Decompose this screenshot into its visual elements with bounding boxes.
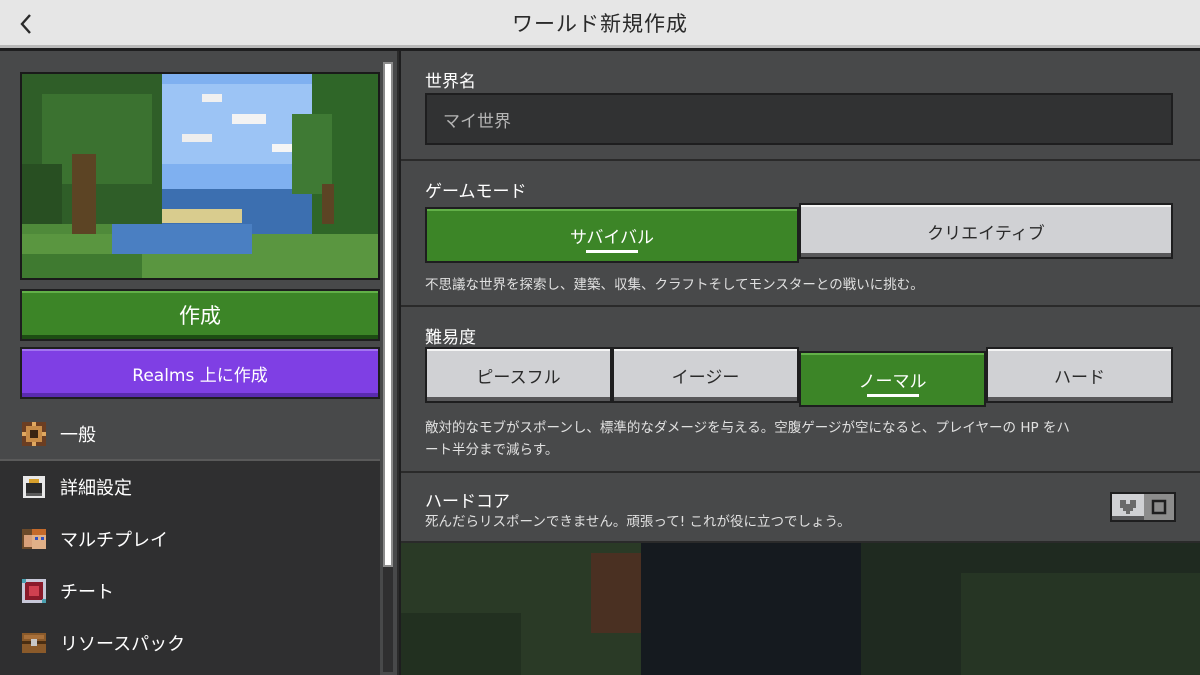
back-button[interactable]: [14, 10, 38, 38]
game-mode-label: ゲームモード: [425, 182, 527, 202]
world-name-input[interactable]: [425, 93, 1173, 145]
hardcore-toggle[interactable]: [1110, 492, 1176, 522]
settings-nav: 一般 詳細設定 マルチプレイ チート リソースパック: [0, 409, 380, 675]
world-name-section: 世界名: [401, 51, 1200, 161]
nav-item-general[interactable]: 一般: [0, 409, 380, 461]
create-button[interactable]: 作成: [20, 289, 380, 341]
difficulty-description-line1: 敵対的なモブがスポーンし、標準的なダメージを与える。空腹ゲージが空になると、プレ…: [425, 420, 1070, 436]
nav-item-label: 詳細設定: [60, 478, 132, 499]
create-on-realms-button[interactable]: Realms 上に作成: [20, 347, 380, 399]
nav-item-label: 一般: [60, 425, 96, 446]
gear-icon: [20, 420, 48, 448]
left-panel: 作成 Realms 上に作成 一般 詳細設定 マルチプレイ チート リソースパッ…: [0, 51, 399, 675]
advanced-settings-icon: [20, 473, 48, 501]
difficulty-description-line2: ート半分まで減らす。: [425, 442, 559, 458]
game-mode-survival-button[interactable]: サバイバル: [425, 207, 799, 263]
settings-panel: 世界名 ゲームモード サバイバル クリエイティブ 不思議な世界を探索し、建築、収…: [401, 51, 1200, 675]
nav-item-label: チート: [60, 582, 114, 603]
difficulty-hard-button[interactable]: ハード: [986, 347, 1173, 403]
game-mode-description: 不思議な世界を探索し、建築、収集、クラフトそしてモンスターとの戦いに挑む。: [425, 277, 924, 293]
title-bar: ワールド新規作成: [0, 0, 1200, 48]
difficulty-easy-button[interactable]: イージー: [612, 347, 799, 403]
nav-item-cheats[interactable]: チート: [0, 565, 380, 617]
hardcore-description: 死んだらリスポーンできません。頑張って! これが役に立つでしょう。: [425, 514, 851, 530]
difficulty-section: 難易度 ピースフル イージー ノーマル ハード 敵対的なモブがスポーンし、標準的…: [401, 307, 1200, 473]
hardcore-label: ハードコア: [425, 492, 510, 512]
cheats-icon: [20, 577, 48, 605]
difficulty-label: 難易度: [425, 328, 476, 348]
difficulty-normal-button[interactable]: ノーマル: [799, 351, 986, 407]
difficulty-peaceful-button[interactable]: ピースフル: [425, 347, 612, 403]
hardcore-section: ハードコア 死んだらリスポーンできません。頑張って! これが役に立つでしょう。: [401, 473, 1200, 543]
background-scene: [401, 543, 1200, 675]
page-title: ワールド新規作成: [512, 11, 688, 36]
nav-item-resource-packs[interactable]: リソースパック: [0, 617, 380, 669]
world-name-label: 世界名: [425, 72, 476, 92]
left-scrollbar[interactable]: [383, 62, 393, 672]
nav-item-advanced[interactable]: 詳細設定: [0, 461, 380, 513]
world-preview-image: [20, 72, 380, 280]
resource-pack-icon: [20, 629, 48, 657]
game-mode-creative-button[interactable]: クリエイティブ: [799, 203, 1173, 259]
game-mode-section: ゲームモード サバイバル クリエイティブ 不思議な世界を探索し、建築、収集、クラ…: [401, 161, 1200, 307]
multiplayer-icon: [20, 525, 48, 553]
nav-item-label: リソースパック: [60, 634, 186, 655]
scrollbar-thumb[interactable]: [383, 62, 393, 567]
chevron-left-icon: [20, 14, 31, 34]
nav-item-label: マルチプレイ: [60, 530, 168, 551]
nav-item-multiplayer[interactable]: マルチプレイ: [0, 513, 380, 565]
